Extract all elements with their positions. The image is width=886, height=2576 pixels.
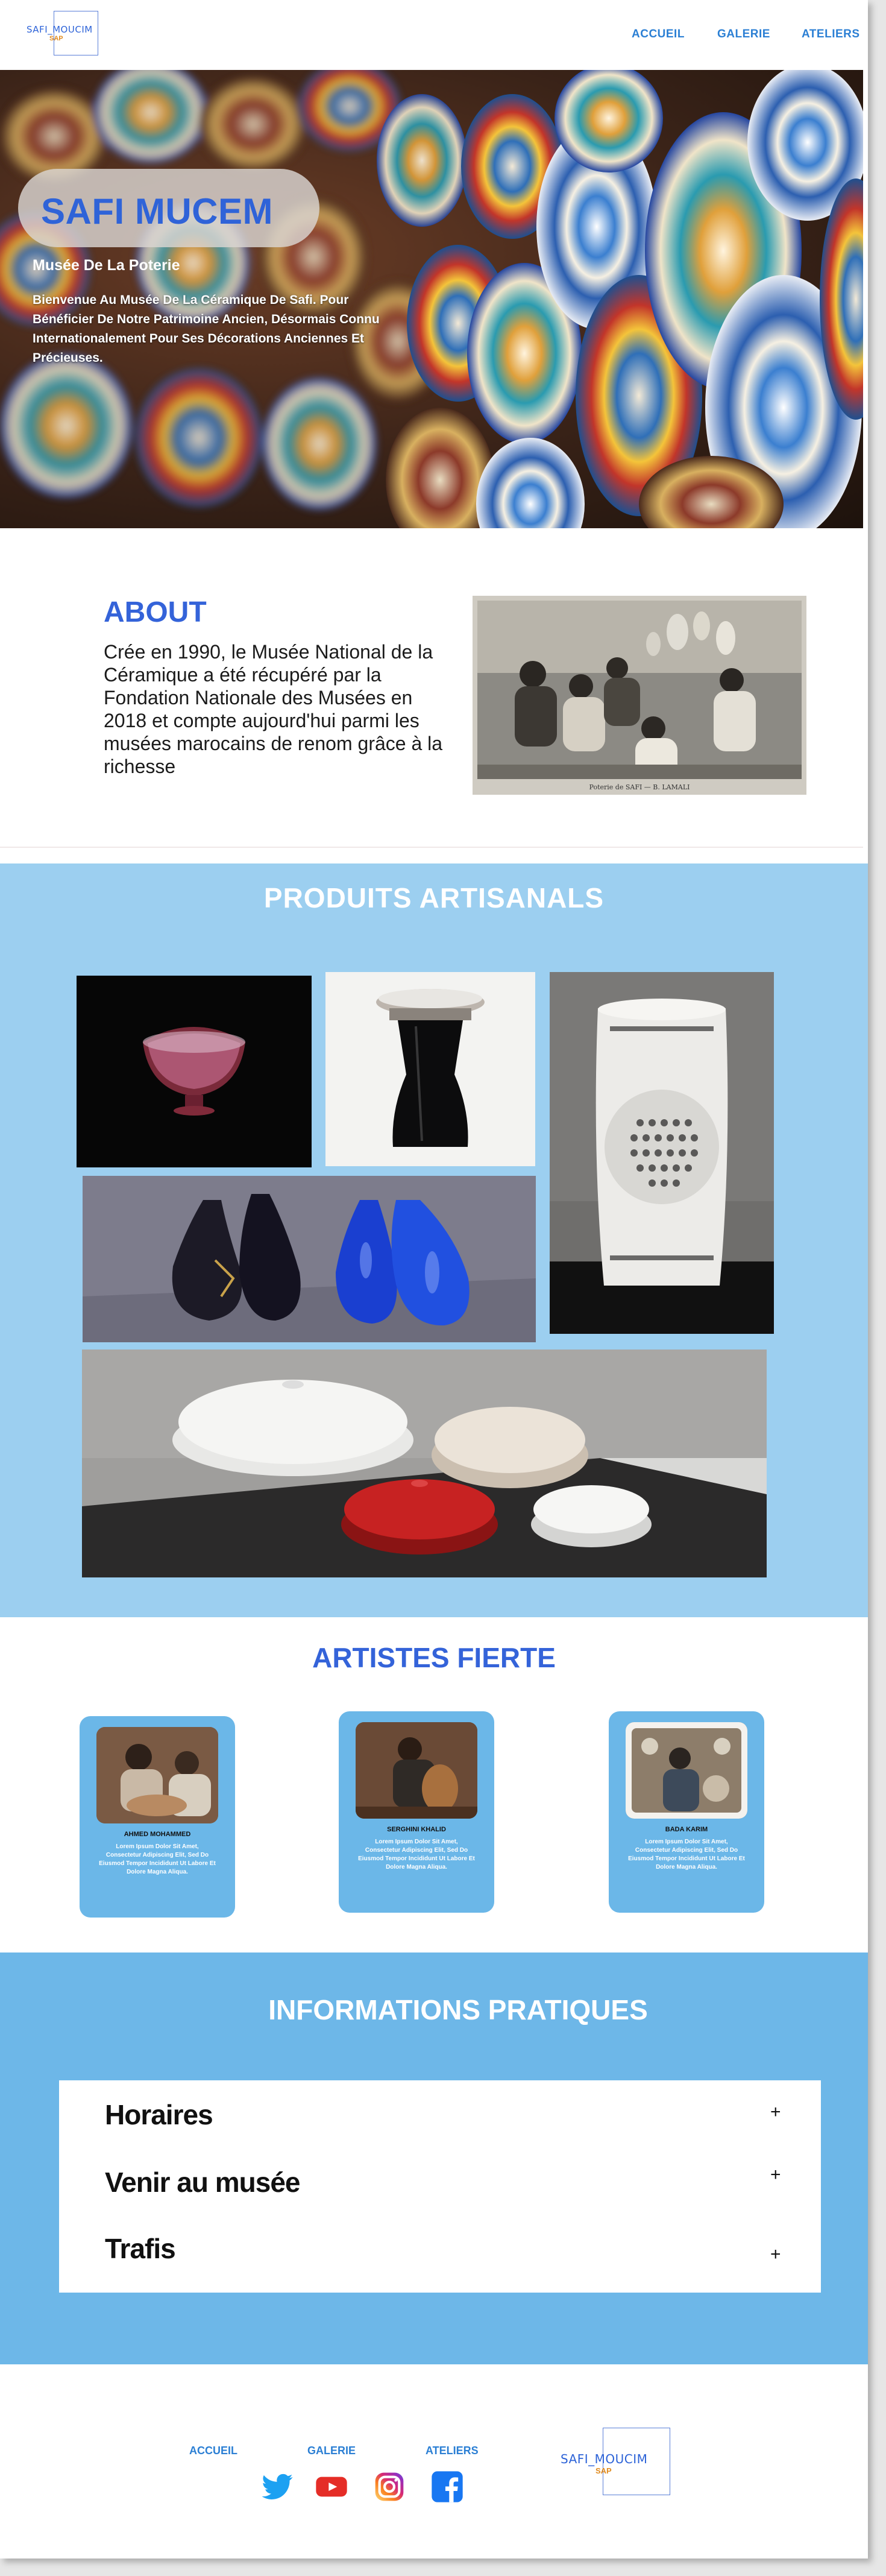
hero-intro: Bienvenue Au Musée De La Céramique De Sa… (33, 293, 380, 365)
informations-title: INFORMATIONS PRATIQUES (268, 1994, 648, 2025)
footer-link-accueil[interactable]: ACCUEIL (189, 2445, 237, 2457)
footer-logo-text: SAFI_MOUCIM (561, 2452, 648, 2466)
instagram-icon[interactable] (372, 2470, 406, 2504)
about-text: Crée en 1990, le Musée National de la Cé… (104, 641, 443, 777)
logo-text: SAFI_MOUCIM (27, 24, 93, 35)
twitter-icon[interactable] (260, 2470, 294, 2504)
produits-section: PRODUITS ARTISANALS (0, 863, 868, 1617)
hero-title: SAFI MUCEM (41, 191, 273, 232)
produits-title: PRODUITS ARTISANALS (263, 882, 605, 914)
artist-photo (96, 1727, 218, 1823)
footer-link-ateliers[interactable]: ATELIERS (426, 2445, 479, 2457)
nav-ateliers[interactable]: ATELIERS (802, 28, 860, 41)
hero-banner: SAFI MUCEM Musée De La Poterie Bienvenue… (0, 70, 863, 528)
accordion-toggle-icon[interactable]: + (770, 2165, 781, 2185)
accordion-horaires[interactable]: Horaires (105, 2098, 213, 2131)
artist-name: AHMED MOHAMMED (124, 1831, 191, 1838)
artist-card[interactable]: SERGHINI KHALID Lorem Ipsum Dolor Sit Am… (339, 1711, 494, 1913)
logo-subtext: SAP (49, 35, 63, 42)
nav-galerie[interactable]: GALERIE (717, 28, 770, 41)
artist-photo (626, 1722, 747, 1819)
footer-logo[interactable]: SAFI_MOUCIM SAP (561, 2428, 675, 2498)
artist-description: Lorem Ipsum Dolor Sit Amet, Consectetur … (99, 1843, 216, 1875)
nav-accueil[interactable]: ACCUEIL (632, 28, 685, 41)
informations-section: INFORMATIONS PRATIQUES Horaires + Venir … (0, 1953, 868, 2364)
artist-name: SERGHINI KHALID (387, 1826, 446, 1833)
about-title: ABOUT (104, 596, 207, 628)
footer-logo-subtext: SAP (595, 2466, 612, 2475)
product-black-vase-image[interactable] (325, 972, 535, 1166)
youtube-icon[interactable] (315, 2470, 348, 2504)
product-white-stool-image[interactable] (550, 972, 774, 1334)
artist-photo (356, 1722, 477, 1819)
artist-card[interactable]: BADA KARIM Lorem Ipsum Dolor Sit Amet, C… (609, 1711, 764, 1913)
accordion-toggle-icon[interactable]: + (770, 2102, 781, 2123)
hero-subtitle: Musée De La Poterie (33, 257, 180, 274)
about-photo: Poterie de SAFI — B. LAMALI (473, 596, 806, 795)
accordion-toggle-icon[interactable]: + (770, 2244, 781, 2265)
artist-description: Lorem Ipsum Dolor Sit Amet, Consectetur … (358, 1839, 475, 1870)
accordion-venir[interactable]: Venir au musée (105, 2166, 300, 2199)
facebook-icon[interactable] (430, 2470, 464, 2504)
top-nav: SAFI_MOUCIM SAP ACCUEIL GALERIE ATELIERS (0, 0, 868, 70)
hero-title-pill: SAFI MUCEM (18, 169, 319, 247)
product-bowl-image[interactable] (77, 976, 312, 1167)
artist-name: BADA KARIM (665, 1826, 708, 1833)
page: SAFI_MOUCIM SAP ACCUEIL GALERIE ATELIERS (0, 0, 868, 2559)
artist-description: Lorem Ipsum Dolor Sit Amet, Consectetur … (628, 1839, 745, 1870)
section-divider (0, 847, 863, 848)
footer-link-galerie[interactable]: GALERIE (307, 2445, 356, 2457)
product-vases-image[interactable] (83, 1176, 536, 1342)
accordion-panel: Horaires + Venir au musée + Trafis + (59, 2080, 821, 2293)
artistes-title: ARTISTES FIERTE (312, 1642, 556, 1673)
about-photo-caption: Poterie de SAFI — B. LAMALI (589, 783, 690, 791)
product-lidded-dishes-image[interactable] (82, 1350, 767, 1577)
artist-card[interactable]: AHMED MOHAMMED Lorem Ipsum Dolor Sit Ame… (80, 1716, 235, 1918)
site-logo[interactable]: SAFI_MOUCIM SAP (27, 11, 99, 55)
accordion-trafis[interactable]: Trafis (105, 2232, 176, 2265)
